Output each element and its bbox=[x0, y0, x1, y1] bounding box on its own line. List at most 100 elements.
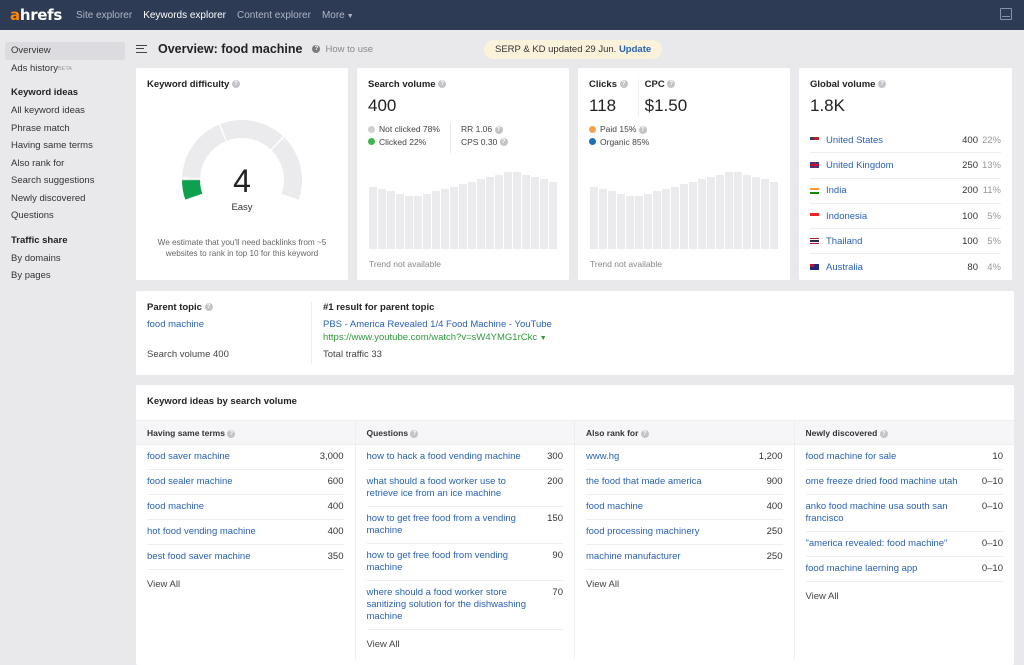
keyword-column-header: Also rank for ? bbox=[575, 421, 794, 445]
caret-down-icon: ▼ bbox=[346, 12, 354, 20]
keyword-link[interactable]: how to get free food from vending machin… bbox=[367, 550, 553, 574]
help-icon[interactable]: ? bbox=[438, 80, 447, 89]
country-percent: 22% bbox=[981, 134, 1001, 146]
keyword-link[interactable]: best food saver machine bbox=[147, 551, 328, 563]
keyword-volume: 0–10 bbox=[981, 563, 1003, 574]
keyword-link[interactable]: food saver machine bbox=[147, 451, 320, 463]
trend-bar bbox=[653, 191, 661, 249]
keyword-volume: 400 bbox=[766, 501, 783, 512]
help-icon[interactable]: ? bbox=[878, 80, 887, 89]
nav-content-explorer[interactable]: Content explorer bbox=[237, 10, 311, 21]
keyword-volume: 300 bbox=[547, 451, 563, 462]
keyword-link[interactable]: ome freeze dried food machine utah bbox=[806, 476, 982, 488]
view-all-link[interactable]: View All bbox=[136, 570, 355, 599]
country-link[interactable]: United States bbox=[826, 135, 948, 146]
keyword-link[interactable]: the food that made america bbox=[586, 476, 767, 488]
trend-bar bbox=[477, 179, 485, 249]
trend-bar bbox=[662, 189, 670, 249]
keyword-volume: 0–10 bbox=[981, 476, 1003, 487]
top-result-link[interactable]: PBS - America Revealed 1/4 Food Machine … bbox=[323, 319, 552, 330]
help-icon[interactable]: ? bbox=[494, 125, 503, 134]
help-icon[interactable]: ? bbox=[879, 429, 888, 438]
keyword-column: Having same terms ? food saver machine 3,0… bbox=[136, 421, 356, 659]
sidebar-item-all-keyword-ideas[interactable]: All keyword ideas bbox=[0, 102, 130, 120]
sidebar-item-by-domains[interactable]: By domains bbox=[0, 250, 130, 268]
keyword-link[interactable]: food sealer machine bbox=[147, 476, 328, 488]
sidebar-heading-traffic-share: Traffic share bbox=[11, 234, 68, 246]
sidebar-item-ads-history[interactable]: Ads historyBETA bbox=[0, 60, 130, 78]
help-icon[interactable]: ? bbox=[619, 80, 628, 89]
keyword-link[interactable]: food machine bbox=[586, 501, 767, 513]
clicks-title: Clicks ? bbox=[589, 79, 628, 90]
keyword-link[interactable]: what should a food worker use to retriev… bbox=[367, 476, 548, 500]
sidebar-item-search-suggestions[interactable]: Search suggestions bbox=[0, 172, 130, 190]
keyword-link[interactable]: food machine bbox=[147, 501, 328, 513]
trend-bar bbox=[414, 196, 422, 249]
trend-placeholder-bars bbox=[369, 169, 557, 249]
keyword-row: food machine laerning app 0–10 bbox=[805, 557, 1003, 582]
keyword-link[interactable]: "america revealed: food machine" bbox=[806, 538, 982, 550]
country-link[interactable]: Indonesia bbox=[826, 211, 948, 222]
keyword-link[interactable]: hot food vending machine bbox=[147, 526, 328, 538]
country-list: United States 400 22% United Kingdom 250… bbox=[810, 128, 1001, 280]
keyword-volume: 350 bbox=[327, 551, 344, 562]
hamburger-menu-icon[interactable] bbox=[136, 45, 147, 53]
keyword-link[interactable]: food machine for sale bbox=[806, 451, 993, 463]
trend-bar bbox=[617, 193, 625, 249]
country-percent: 11% bbox=[982, 185, 1001, 197]
keyword-link[interactable]: food processing machinery bbox=[586, 526, 767, 538]
trend-bar bbox=[734, 172, 742, 249]
keyword-link[interactable]: anko food machine usa south san francisc… bbox=[806, 501, 982, 525]
nav-more[interactable]: More ▼ bbox=[322, 10, 354, 21]
sidebar-item-having-same-terms[interactable]: Having same terms bbox=[0, 137, 130, 155]
trend-bar bbox=[725, 172, 733, 249]
keyword-link[interactable]: how to hack a food vending machine bbox=[367, 451, 548, 463]
trend-bar bbox=[644, 193, 652, 249]
nav-more-label: More bbox=[321, 9, 345, 21]
update-link[interactable]: Update bbox=[619, 44, 651, 55]
view-all-link[interactable]: View All bbox=[795, 582, 1015, 611]
caret-down-icon[interactable]: ▼ bbox=[540, 335, 547, 342]
dot-icon bbox=[368, 125, 375, 133]
top-result-url[interactable]: https://www.youtube.com/watch?v=sW4YMG1r… bbox=[323, 332, 552, 343]
sidebar-item-also-rank-for[interactable]: Also rank for bbox=[0, 155, 130, 173]
keyword-row: what should a food worker use to retriev… bbox=[366, 470, 563, 507]
cpc-title: CPC ? bbox=[645, 79, 688, 90]
sidebar-item-questions[interactable]: Questions bbox=[0, 207, 130, 225]
nav-site-explorer[interactable]: Site explorer bbox=[76, 10, 132, 21]
country-link[interactable]: United Kingdom bbox=[826, 160, 948, 171]
parent-topic-link[interactable]: food machine bbox=[147, 319, 311, 330]
help-icon[interactable]: ? bbox=[410, 429, 419, 438]
update-notice: SERP & KD updated 29 Jun. Update bbox=[484, 40, 663, 59]
help-icon[interactable]: ? bbox=[312, 45, 321, 53]
country-link[interactable]: Thailand bbox=[826, 236, 948, 247]
sidebar-item-newly-discovered[interactable]: Newly discovered bbox=[0, 190, 130, 208]
help-icon[interactable]: ? bbox=[204, 303, 213, 312]
help-icon[interactable]: ? bbox=[638, 125, 647, 134]
help-icon[interactable]: ? bbox=[667, 80, 676, 89]
view-all-link[interactable]: View All bbox=[356, 630, 575, 659]
sidebar-item-phrase-match[interactable]: Phrase match bbox=[0, 120, 130, 138]
keyword-link[interactable]: food machine laerning app bbox=[806, 563, 982, 575]
help-icon[interactable]: ? bbox=[227, 429, 236, 438]
monitor-icon[interactable] bbox=[1000, 8, 1012, 20]
keyword-link[interactable]: machine manufacturer bbox=[586, 551, 767, 563]
ahrefs-logo[interactable]: ahrefs bbox=[10, 6, 62, 24]
keyword-link[interactable]: www.hg bbox=[586, 451, 759, 463]
keyword-volume: 3,000 bbox=[319, 451, 344, 462]
keyword-link[interactable]: where should a food worker store sanitiz… bbox=[367, 587, 553, 623]
view-all-link[interactable]: View All bbox=[575, 570, 794, 599]
country-row: Thailand 100 5% bbox=[810, 229, 1001, 255]
sidebar: Overview Ads historyBETA Keyword ideas A… bbox=[0, 30, 130, 285]
help-icon[interactable]: ? bbox=[640, 429, 649, 438]
help-icon[interactable]: ? bbox=[499, 138, 508, 147]
keyword-link[interactable]: how to get free food from a vending mach… bbox=[367, 513, 548, 537]
country-link[interactable]: India bbox=[826, 185, 948, 196]
sidebar-item-by-pages[interactable]: By pages bbox=[0, 267, 130, 285]
keyword-column-header: Newly discovered ? bbox=[794, 421, 1014, 445]
help-icon[interactable]: ? bbox=[231, 80, 240, 89]
how-to-use-link[interactable]: How to use bbox=[325, 44, 373, 55]
sidebar-item-overview[interactable]: Overview bbox=[5, 42, 125, 60]
nav-keywords-explorer[interactable]: Keywords explorer bbox=[143, 10, 226, 21]
country-link[interactable]: Australia bbox=[826, 262, 948, 273]
